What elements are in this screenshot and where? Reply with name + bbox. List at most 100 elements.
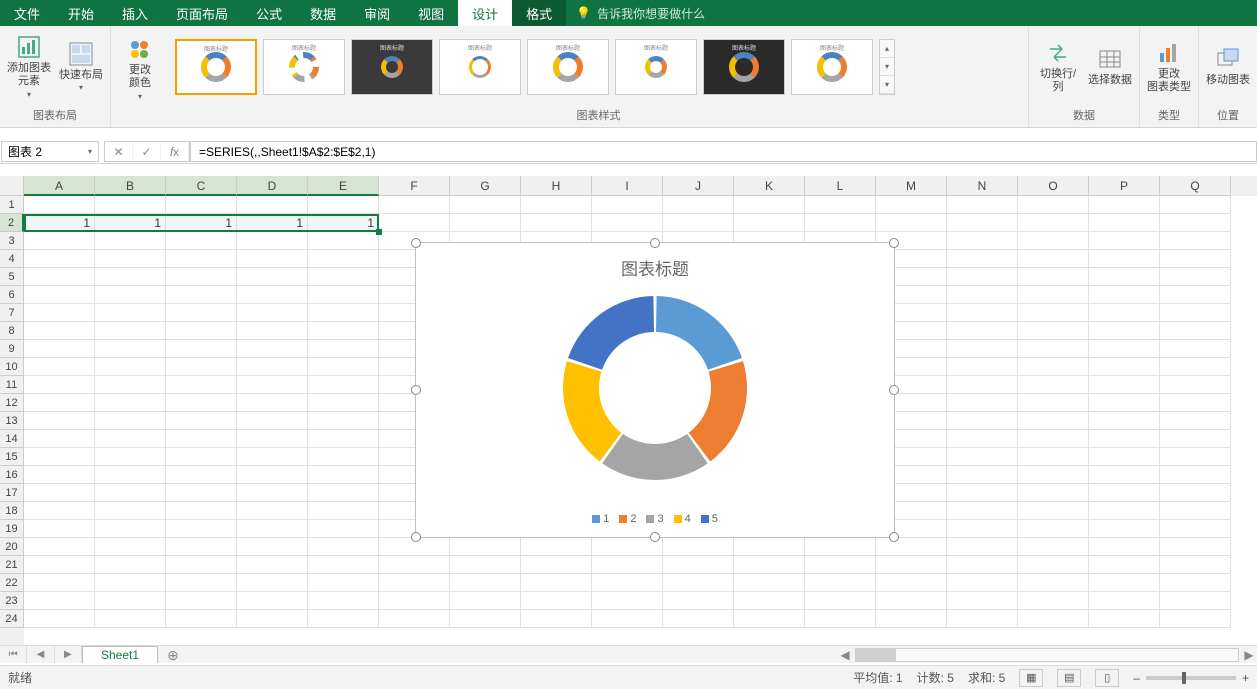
cell[interactable] <box>308 376 379 394</box>
cell[interactable] <box>1089 196 1160 214</box>
cell[interactable] <box>237 304 308 322</box>
col-header-G[interactable]: G <box>450 176 521 196</box>
cell[interactable] <box>663 196 734 214</box>
cell[interactable] <box>1160 304 1231 322</box>
cell[interactable] <box>1160 610 1231 628</box>
cell[interactable] <box>1160 214 1231 232</box>
donut-slice-2[interactable] <box>689 361 747 461</box>
cell[interactable] <box>1089 484 1160 502</box>
cell[interactable] <box>237 196 308 214</box>
cell[interactable] <box>24 538 95 556</box>
cell[interactable] <box>521 610 592 628</box>
cell[interactable] <box>1160 502 1231 520</box>
col-header-L[interactable]: L <box>805 176 876 196</box>
cell[interactable] <box>379 610 450 628</box>
cell[interactable] <box>1018 466 1089 484</box>
cell[interactable] <box>947 286 1018 304</box>
cell[interactable] <box>95 358 166 376</box>
cell[interactable] <box>1089 574 1160 592</box>
cell[interactable] <box>947 394 1018 412</box>
tab-file[interactable]: 文件 <box>0 0 54 26</box>
change-chart-type-button[interactable]: 更改 图表类型 <box>1146 31 1192 103</box>
cell[interactable] <box>24 430 95 448</box>
cell[interactable]: 1 <box>237 214 308 232</box>
legend-item-1[interactable]: 1 <box>592 513 609 525</box>
row-header-10[interactable]: 10 <box>0 358 24 376</box>
cell[interactable] <box>876 610 947 628</box>
row-header-5[interactable]: 5 <box>0 268 24 286</box>
cell[interactable] <box>166 574 237 592</box>
cell[interactable] <box>1089 592 1160 610</box>
cell[interactable] <box>1018 610 1089 628</box>
tab-insert[interactable]: 插入 <box>108 0 162 26</box>
cell[interactable] <box>166 448 237 466</box>
cell[interactable] <box>308 322 379 340</box>
cell[interactable] <box>1160 232 1231 250</box>
fx-button[interactable]: fx <box>161 145 189 159</box>
cell[interactable] <box>876 196 947 214</box>
cell[interactable] <box>734 592 805 610</box>
cell[interactable] <box>663 574 734 592</box>
cell[interactable] <box>237 466 308 484</box>
change-colors-button[interactable]: 更改 颜色 ▾ <box>117 33 163 105</box>
cell[interactable] <box>95 268 166 286</box>
gallery-down[interactable]: ▾ <box>880 58 894 76</box>
gallery-more[interactable]: ▾ <box>880 76 894 94</box>
cell[interactable] <box>592 556 663 574</box>
cell[interactable] <box>237 250 308 268</box>
cell[interactable] <box>166 358 237 376</box>
cell[interactable] <box>237 358 308 376</box>
cell[interactable] <box>521 574 592 592</box>
cell[interactable] <box>95 484 166 502</box>
cell[interactable] <box>947 250 1018 268</box>
cell[interactable] <box>947 304 1018 322</box>
cell[interactable] <box>379 214 450 232</box>
cell[interactable] <box>805 574 876 592</box>
cell[interactable] <box>166 610 237 628</box>
cell[interactable] <box>237 592 308 610</box>
cell[interactable] <box>1160 250 1231 268</box>
col-header-M[interactable]: M <box>876 176 947 196</box>
chart-style-4[interactable]: 图表标题 <box>439 39 521 95</box>
cell[interactable]: 1 <box>95 214 166 232</box>
cell[interactable] <box>1018 520 1089 538</box>
cell[interactable] <box>166 502 237 520</box>
resize-handle-n[interactable] <box>650 238 660 248</box>
cell[interactable] <box>95 556 166 574</box>
cell[interactable] <box>592 592 663 610</box>
cell[interactable] <box>734 610 805 628</box>
cell[interactable] <box>24 502 95 520</box>
chart-style-8[interactable]: 图表标题 <box>791 39 873 95</box>
cell[interactable] <box>95 232 166 250</box>
row-header-11[interactable]: 11 <box>0 376 24 394</box>
cell[interactable] <box>1018 484 1089 502</box>
cell[interactable] <box>1018 250 1089 268</box>
cell[interactable] <box>166 376 237 394</box>
cell[interactable] <box>95 448 166 466</box>
cell[interactable] <box>876 556 947 574</box>
sheet-nav-first[interactable]: ⏮ <box>0 646 27 663</box>
cell[interactable] <box>95 538 166 556</box>
cell[interactable] <box>308 430 379 448</box>
cell[interactable] <box>24 610 95 628</box>
cell[interactable] <box>1160 196 1231 214</box>
embedded-chart[interactable]: 图表标题 12345 <box>415 242 895 538</box>
cell[interactable] <box>24 304 95 322</box>
donut-slice-4[interactable] <box>563 361 621 461</box>
cell[interactable] <box>308 484 379 502</box>
cell[interactable] <box>1160 394 1231 412</box>
cell[interactable] <box>947 448 1018 466</box>
cell[interactable] <box>24 592 95 610</box>
view-normal-button[interactable]: ▦ <box>1019 669 1043 687</box>
cell[interactable] <box>734 556 805 574</box>
tab-formulas[interactable]: 公式 <box>242 0 296 26</box>
cell[interactable] <box>24 412 95 430</box>
cell[interactable] <box>734 538 805 556</box>
cell[interactable] <box>876 574 947 592</box>
cell[interactable] <box>521 538 592 556</box>
cell[interactable] <box>1018 322 1089 340</box>
gallery-up[interactable]: ▴ <box>880 40 894 58</box>
cell[interactable] <box>947 412 1018 430</box>
cell[interactable] <box>95 376 166 394</box>
move-chart-button[interactable]: 移动图表 <box>1205 31 1251 103</box>
